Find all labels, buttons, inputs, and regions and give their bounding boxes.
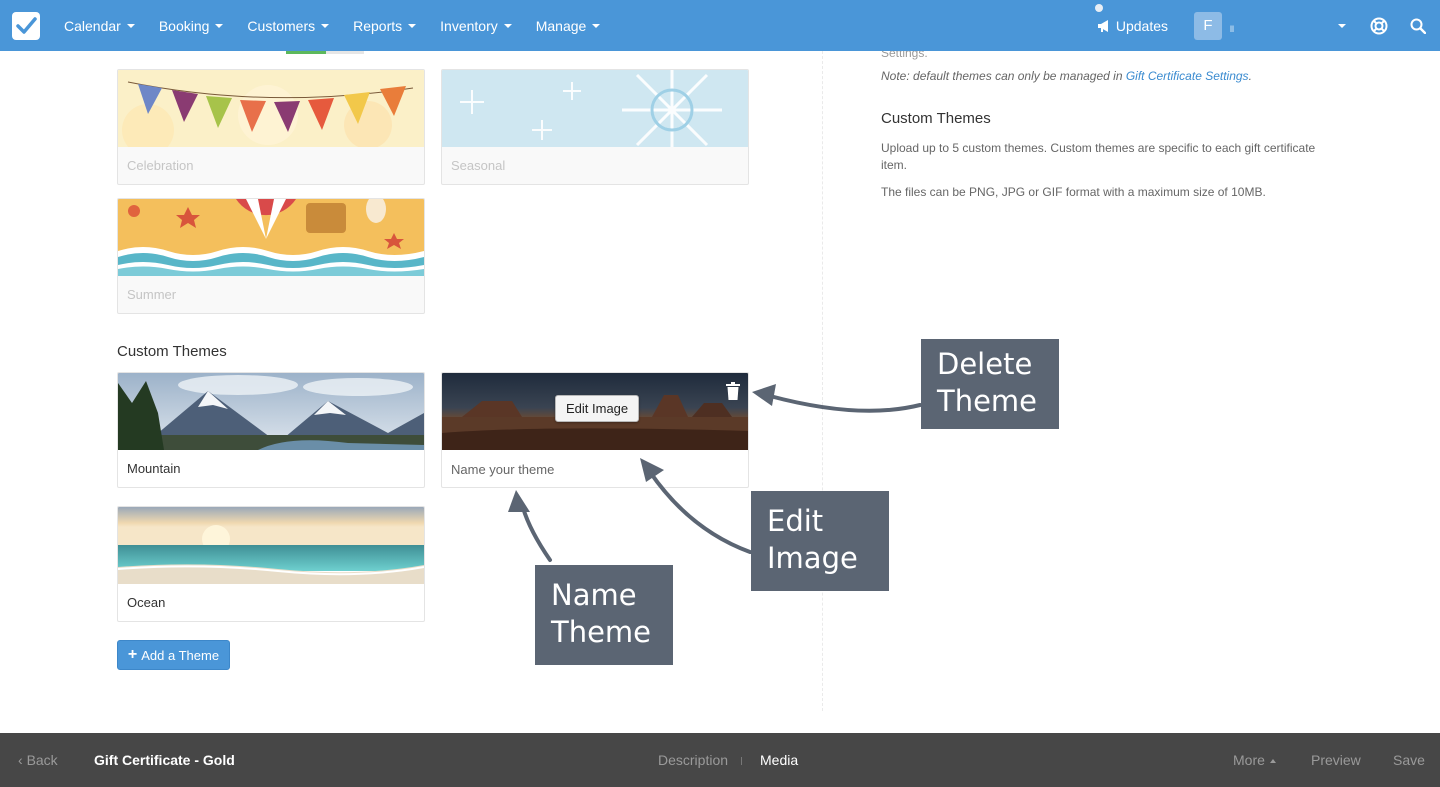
save-button[interactable]: Save — [1393, 752, 1425, 768]
tab-description[interactable]: Description — [658, 752, 728, 768]
item-title: Gift Certificate - Gold — [94, 752, 235, 768]
back-label: Back — [26, 752, 58, 768]
chevron-up-icon — [1269, 759, 1276, 764]
back-button[interactable]: ‹ Back — [18, 752, 58, 768]
callout-line: Theme — [551, 615, 652, 649]
callout-line: Theme — [937, 384, 1038, 418]
callout-line: Image — [767, 541, 858, 575]
chevron-left-icon: ‹ — [18, 752, 27, 768]
callout-line: Delete — [937, 347, 1033, 381]
more-button[interactable]: More — [1233, 752, 1276, 768]
annotation-arrows — [508, 384, 922, 562]
delete-theme-callout: Delete Theme — [921, 339, 1059, 429]
more-label: More — [1233, 752, 1265, 768]
edit-image-callout: Edit Image — [751, 491, 889, 591]
bottom-toolbar: ‹ Back Gift Certificate - Gold Descripti… — [0, 733, 1440, 787]
name-theme-callout: Name Theme — [535, 565, 673, 665]
callout-line: Edit — [767, 504, 824, 538]
tab-media[interactable]: Media — [760, 752, 798, 768]
callout-line: Name — [551, 578, 637, 612]
tab-separator — [741, 757, 742, 765]
preview-button[interactable]: Preview — [1311, 752, 1361, 768]
